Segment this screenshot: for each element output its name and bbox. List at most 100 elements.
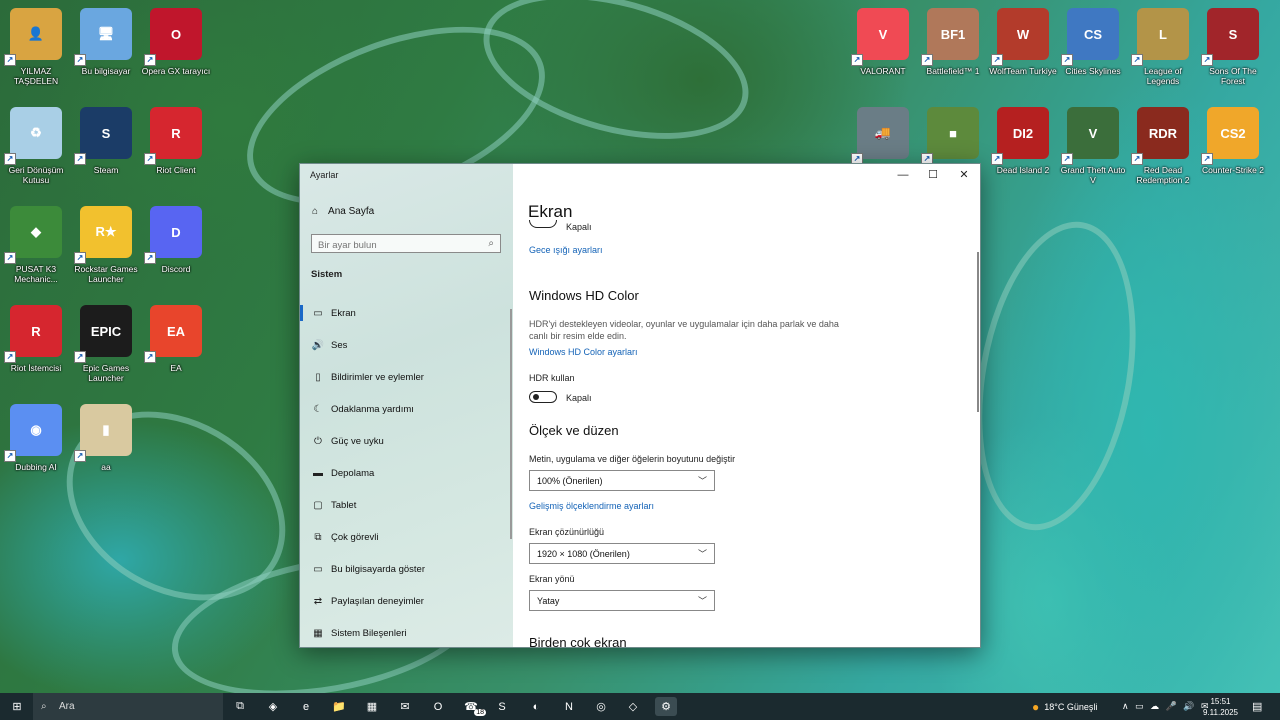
desktop-icon[interactable]: R★ ↗ Rockstar Games Launcher <box>71 206 141 284</box>
hdr-state: Kapalı <box>566 393 592 403</box>
maximize-button[interactable]: ☐ <box>918 166 948 184</box>
desktop-icon[interactable]: ◆ ↗ PUSAT K3 Mechanic... <box>1 206 71 284</box>
hd-color-settings-link[interactable]: Windows HD Color ayarları <box>529 347 638 357</box>
sidebar-item-4[interactable]: ☾ Odaklanma yardımı <box>300 395 513 423</box>
sidebar-item-3[interactable]: ▯ Bildirimler ve eylemler <box>300 363 513 391</box>
settings-search[interactable]: ⌕ <box>311 234 501 254</box>
home-link[interactable]: ⌂ Ana Sayfa <box>312 206 374 217</box>
resolution-dropdown[interactable]: 1920 × 1080 (Önerilen) ﹀ <box>529 543 715 564</box>
nav-icon: ▭ <box>313 307 323 319</box>
app-icon: ▮ ↗ <box>74 404 132 462</box>
main-scrollbar[interactable] <box>977 252 979 412</box>
search-icon[interactable]: ⌕ <box>488 238 494 249</box>
desktop-icon-label: Riot Client <box>156 165 196 175</box>
minimize-button[interactable]: — <box>888 166 918 184</box>
desktop-icon[interactable]: RDR ↗ Red Dead Redemption 2 <box>1128 107 1198 185</box>
desktop-icon[interactable]: BF1 ↗ Battlefield™ 1 <box>918 8 988 76</box>
sidebar-item-7[interactable]: ▢ Tablet <box>300 491 513 519</box>
desktop-icon[interactable]: ◉ ↗ Dubbing AI <box>1 404 71 472</box>
sidebar-item-6[interactable]: ▬ Depolama <box>300 459 513 487</box>
desktop-icon[interactable]: R ↗ Riot Client <box>141 107 211 175</box>
taskbar-search[interactable]: ⌕ Ara <box>33 693 223 720</box>
shortcut-arrow-icon: ↗ <box>4 450 16 462</box>
taskbar-app-13[interactable]: ◇ <box>622 697 644 716</box>
taskbar-app-14[interactable]: ⚙ <box>655 697 677 716</box>
taskbar-app-10[interactable]: ◐ <box>525 697 547 716</box>
app-icon: R★ ↗ <box>74 206 132 264</box>
desktop-icon-label: Epic Games Launcher <box>82 363 130 383</box>
desktop-icon[interactable]: 👤 ↗ YILMAZ TAŞDELEN <box>1 8 71 86</box>
sidebar-item-8[interactable]: ⧉ Çok görevli <box>300 523 513 551</box>
shortcut-arrow-icon: ↗ <box>851 54 863 66</box>
desktop-icon[interactable]: DI2 ↗ Dead Island 2 <box>988 107 1058 175</box>
taskbar-app-12[interactable]: ◎ <box>590 697 612 716</box>
taskbar-app-2[interactable]: ◈ <box>262 697 284 716</box>
taskbar-app-4[interactable]: 📁 <box>328 697 350 716</box>
sidebar-item-label: Güç ve uyku <box>331 435 384 447</box>
weather-widget[interactable]: ● 18°C Güneşli <box>1032 693 1097 720</box>
clock[interactable]: 15:51 9.11.2025 <box>1203 693 1238 720</box>
taskbar-app-7[interactable]: O <box>427 697 449 716</box>
sidebar-scrollbar[interactable] <box>510 309 512 539</box>
advanced-scaling-link[interactable]: Gelişmiş ölçeklendirme ayarları <box>529 501 654 511</box>
chevron-down-icon: ﹀ <box>697 549 707 559</box>
desktop-icon[interactable]: O ↗ Opera GX tarayıcı <box>141 8 211 76</box>
start-button[interactable]: ⊞ <box>6 697 28 716</box>
app-icon: S ↗ <box>74 107 132 165</box>
notification-icon[interactable]: ▤ <box>1252 693 1262 720</box>
desktop-icon[interactable]: S ↗ Sons Of The Forest <box>1198 8 1268 86</box>
app-icon: ♻ ↗ <box>4 107 62 165</box>
close-button[interactable]: ✕ <box>949 166 979 184</box>
system-tray-icons[interactable]: ∧ ▭ ☁ 🎤 🔊 ✉ <box>1122 693 1211 720</box>
hdr-toggle[interactable] <box>529 391 557 403</box>
night-light-toggle[interactable] <box>529 220 557 228</box>
desktop-icon-label: PUSAT K3 Mechanic... <box>14 264 58 284</box>
scale-dropdown[interactable]: 100% (Önerilen) ﹀ <box>529 470 715 491</box>
sidebar-item-5[interactable]: ⏻ Güç ve uyku <box>300 427 513 455</box>
desktop-icon[interactable]: V ↗ Grand Theft Auto V <box>1058 107 1128 185</box>
sidebar-item-11[interactable]: ▦ Sistem Bileşenleri <box>300 619 513 647</box>
taskbar-app-9[interactable]: S <box>491 697 513 716</box>
taskbar-app-1[interactable]: ⧉ <box>229 697 251 716</box>
orientation-dropdown[interactable]: Yatay ﹀ <box>529 590 715 611</box>
desktop-icon[interactable]: ■ ↗ <box>918 107 988 165</box>
desktop-icon[interactable]: ▮ ↗ aa <box>71 404 141 472</box>
desktop-icon[interactable]: EPIC ↗ Epic Games Launcher <box>71 305 141 383</box>
settings-sidebar: Ayarlar ⌂ Ana Sayfa ⌕ Sistem ▭ Ekran 🔊 Ses ▯… <box>300 164 513 647</box>
search-icon: ⌕ <box>41 701 47 712</box>
taskbar-app-8[interactable]: ☎ 18 <box>460 697 486 716</box>
nav-icon: ▬ <box>313 467 323 479</box>
multiple-displays-title: Birden çok ekran <box>529 635 627 647</box>
desktop-icon[interactable]: S ↗ Steam <box>71 107 141 175</box>
nav-icon: 🔊 <box>311 339 325 351</box>
taskbar-app-11[interactable]: N <box>558 697 580 716</box>
sidebar-item-label: Ekran <box>331 307 356 319</box>
desktop-icon[interactable]: ♻ ↗ Geri Dönüşüm Kutusu <box>1 107 71 185</box>
desktop-icon[interactable]: R ↗ Riot İstemcisi <box>1 305 71 373</box>
sidebar-item-2[interactable]: 🔊 Ses <box>300 331 513 359</box>
night-light-settings-link[interactable]: Gece ışığı ayarları <box>529 245 603 255</box>
desktop-icon[interactable]: L ↗ League of Legends <box>1128 8 1198 86</box>
taskbar-app-6[interactable]: ✉ <box>394 697 416 716</box>
desktop-icon-label: Discord <box>161 264 191 274</box>
desktop-icon[interactable]: V ↗ VALORANT <box>848 8 918 76</box>
scale-label: Metin, uygulama ve diğer öğelerin boyutu… <box>529 454 736 464</box>
app-icon: R ↗ <box>144 107 202 165</box>
nav-icon: ▭ <box>313 563 323 575</box>
taskbar-app-5[interactable]: ▦ <box>361 697 383 716</box>
app-icon: L ↗ <box>1131 8 1189 66</box>
desktop-icon[interactable]: CS ↗ Cities Skylines <box>1058 8 1128 76</box>
sidebar-item-9[interactable]: ▭ Bu bilgisayarda göster <box>300 555 513 583</box>
desktop-icon[interactable]: 🖥 ↗ Bu bilgisayar <box>71 8 141 76</box>
desktop-icon[interactable]: CS2 ↗ Counter-Strike 2 <box>1198 107 1268 175</box>
wallpaper-river <box>467 0 765 165</box>
sidebar-item-10[interactable]: ⇄ Paylaşılan deneyimler <box>300 587 513 615</box>
taskbar-app-3[interactable]: e <box>295 697 317 716</box>
desktop-icon-label: Dubbing AI <box>15 462 57 472</box>
desktop-icon[interactable]: D ↗ Discord <box>141 206 211 274</box>
sidebar-item-1[interactable]: ▭ Ekran <box>300 299 513 327</box>
desktop-icon[interactable]: EA ↗ EA <box>141 305 211 373</box>
desktop-icon[interactable]: W ↗ WolfTeam Turkiye <box>988 8 1058 76</box>
desktop-icon[interactable]: 🚚 ↗ <box>848 107 918 165</box>
settings-search-input[interactable] <box>312 237 478 254</box>
